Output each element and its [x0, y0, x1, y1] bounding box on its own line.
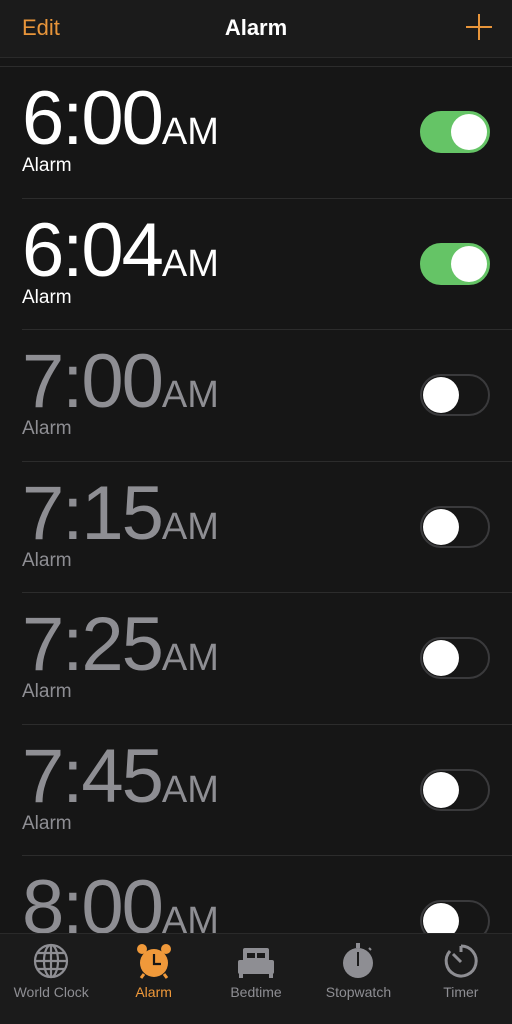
alarm-row[interactable]: 7:25AM Alarm	[22, 593, 512, 725]
alarm-label: Alarm	[22, 549, 72, 571]
bed-icon	[238, 948, 275, 978]
time-value: 6:00	[22, 76, 164, 161]
am-pm: AM	[161, 111, 219, 153]
globe-icon	[34, 943, 69, 979]
time-value: 7:00	[22, 339, 164, 424]
alarm-row[interactable]: 6:04AM Alarm	[22, 199, 512, 330]
tab-label: Timer	[443, 984, 479, 1000]
tab-label: Bedtime	[230, 984, 282, 1000]
alarm-label: Alarm	[22, 418, 72, 439]
toggle-knob	[451, 245, 487, 282]
alarm-label: Alarm	[22, 286, 72, 308]
alarm-toggle[interactable]	[420, 242, 490, 285]
tab-alarm[interactable]: Alarm	[102, 934, 204, 1024]
toggle-knob	[423, 377, 459, 413]
alarm-row[interactable]: 6:00AM Alarm	[22, 67, 512, 199]
toggle-knob	[451, 114, 487, 150]
alarm-list: 6:00AM Alarm 6:04AM Alarm 7:00AM Alarm 7…	[0, 66, 512, 988]
navigation-bar: Edit Alarm	[0, 0, 512, 58]
alarm-toggle[interactable]	[420, 505, 490, 548]
toggle-knob	[423, 508, 459, 545]
am-pm: AM	[161, 242, 219, 285]
alarm-toggle[interactable]	[420, 637, 490, 679]
toggle-knob	[423, 640, 459, 676]
alarm-toggle[interactable]	[420, 374, 490, 416]
toggle-knob	[423, 771, 459, 808]
alarm-label: Alarm	[22, 812, 72, 834]
time-value: 6:04	[22, 207, 164, 293]
alarm-toggle[interactable]	[420, 768, 490, 811]
alarm-row[interactable]: 7:00AM Alarm	[22, 330, 512, 462]
time-value: 7:25	[22, 602, 164, 687]
page-title: Alarm	[224, 15, 288, 40]
tab-label: Stopwatch	[325, 984, 392, 1000]
alarm-clock-icon	[136, 944, 171, 979]
alarm-label: Alarm	[22, 155, 72, 176]
tab-bar: World Clock Alarm Bedtime Stopwatch Time…	[0, 933, 512, 1024]
am-pm: AM	[161, 374, 219, 416]
alarm-row[interactable]: 7:45AM Alarm	[22, 725, 512, 856]
timer-icon	[444, 944, 478, 978]
tab-stopwatch[interactable]: Stopwatch	[307, 934, 409, 1024]
tab-timer[interactable]: Timer	[410, 934, 512, 1024]
plus-icon[interactable]	[466, 14, 492, 40]
time-value: 7:45	[22, 733, 164, 819]
tab-bedtime[interactable]: Bedtime	[205, 934, 307, 1024]
alarm-row[interactable]: 7:15AM Alarm	[22, 462, 512, 593]
tab-label: Alarm	[135, 984, 172, 1000]
am-pm: AM	[161, 768, 219, 811]
am-pm: AM	[161, 637, 219, 679]
am-pm: AM	[161, 505, 219, 548]
stopwatch-icon	[343, 943, 374, 978]
alarm-label: Alarm	[22, 681, 72, 702]
time-value: 7:15	[22, 470, 164, 556]
alarm-toggle[interactable]	[420, 111, 490, 153]
tab-world-clock[interactable]: World Clock	[0, 934, 102, 1024]
tab-label: World Clock	[13, 984, 89, 1000]
